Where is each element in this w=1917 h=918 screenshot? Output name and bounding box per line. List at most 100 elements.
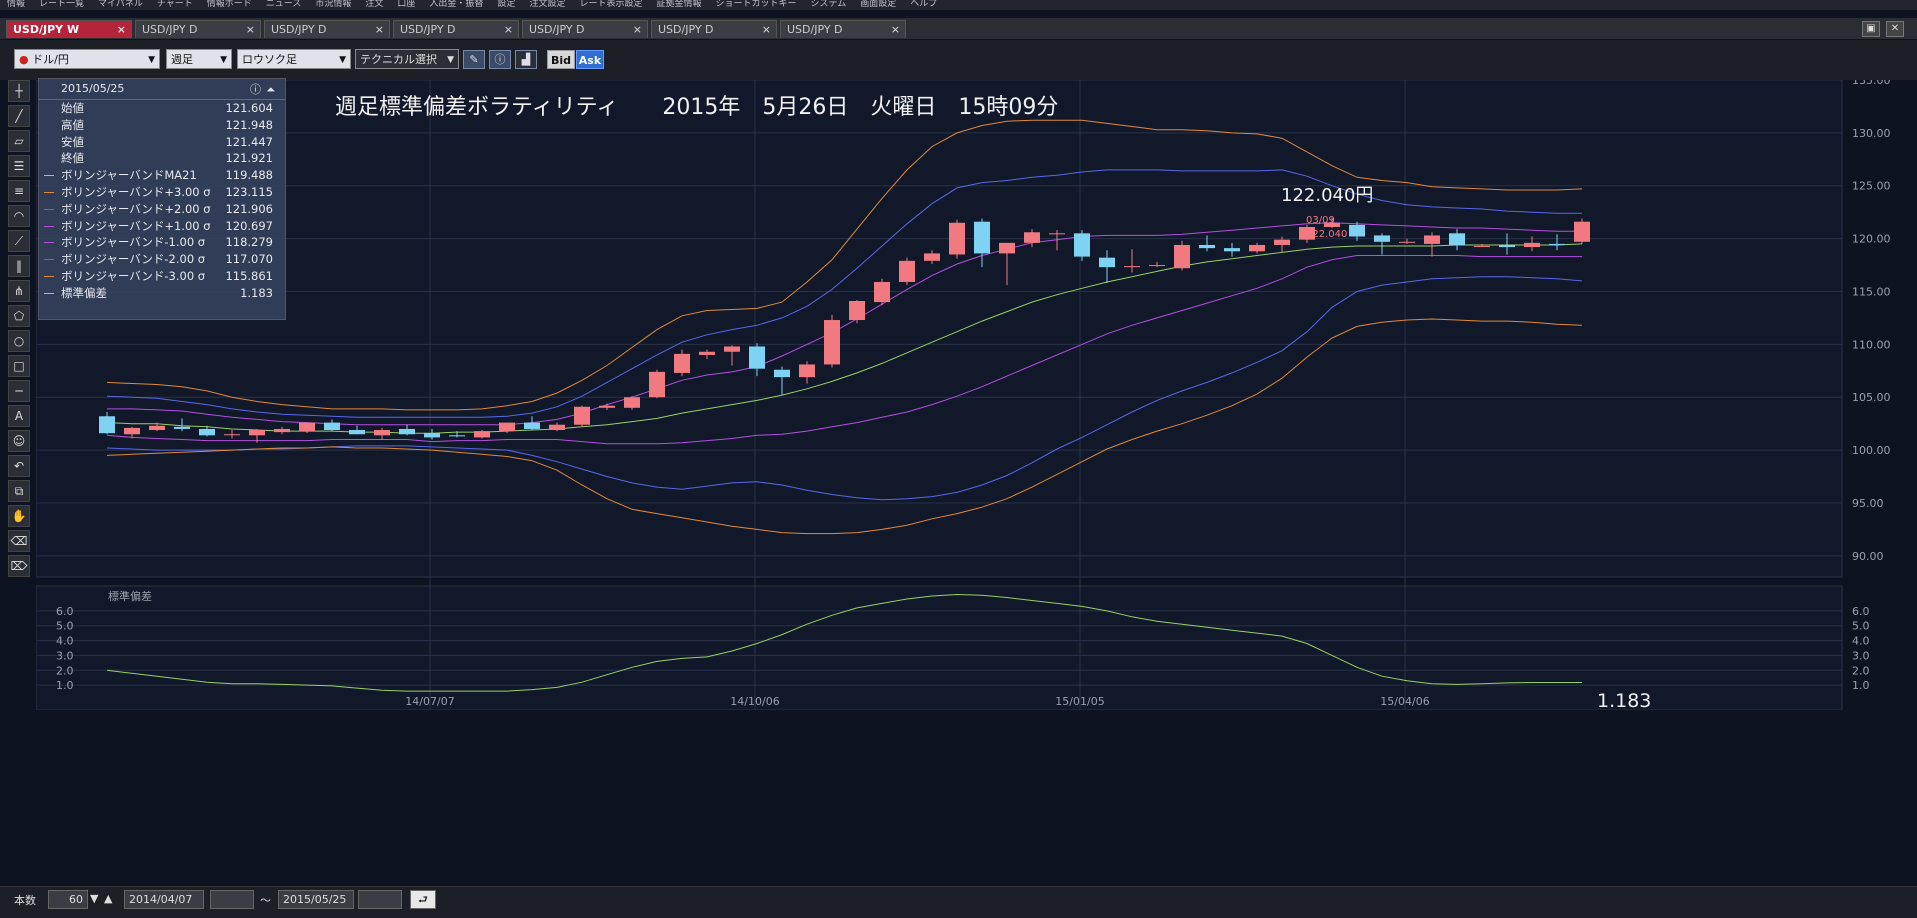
eraser-icon[interactable]: ⌫	[8, 530, 30, 552]
data-window-value: 121.948	[225, 117, 273, 132]
start-date-input[interactable]: 2014/04/07	[124, 890, 204, 909]
chart-type-select[interactable]: ロウソク足 ▼	[237, 49, 351, 69]
menu-item[interactable]: レート一覧	[39, 0, 84, 9]
smiley-icon[interactable]: ☺	[8, 430, 30, 452]
menu-item[interactable]: 入出金・振替	[429, 0, 483, 9]
series-color-swatch	[44, 191, 54, 193]
data-window-value: 119.488	[225, 168, 273, 183]
menu-item[interactable]: 情報ボード	[207, 0, 252, 9]
chevron-down-icon: ▼	[148, 55, 155, 65]
range-tilde: ～	[260, 894, 271, 907]
chart-style-icon[interactable]: ▟	[515, 50, 537, 69]
info-icon[interactable]: ⓘ	[489, 50, 511, 69]
menu-item[interactable]: 市況情報	[315, 0, 351, 9]
menu-item[interactable]: 注文	[365, 0, 383, 9]
trendline-icon[interactable]: ╱	[8, 105, 30, 127]
candle-body	[1424, 235, 1440, 244]
data-window-value: 123.115	[225, 184, 273, 199]
tab-close-icon[interactable]: ×	[762, 21, 771, 39]
text-icon[interactable]: A	[8, 405, 30, 427]
copy-icon[interactable]: ⧉	[8, 480, 30, 502]
data-window-row: 終値 121.921	[39, 150, 285, 167]
chart-tab[interactable]: USD/JPY D ×	[135, 20, 261, 38]
candle-body	[349, 430, 365, 435]
candle-body	[374, 430, 390, 436]
horizontal-lines-icon[interactable]: ☰	[8, 155, 30, 177]
eraser-all-icon[interactable]: ⌦	[8, 555, 30, 577]
data-window-collapse-icon[interactable]: ⏶	[266, 80, 275, 100]
apply-range-icon[interactable]: ⮐	[410, 890, 436, 909]
period-select[interactable]: 週足 ▼	[166, 49, 232, 69]
data-window-info-icon[interactable]: ⓘ	[250, 80, 261, 100]
candle-body	[724, 346, 740, 352]
pen-icon[interactable]: ✎	[463, 50, 485, 69]
ruler-icon[interactable]: ▱	[8, 130, 30, 152]
currency-pair-select[interactable]: ● ドル/円 ▼	[14, 49, 160, 69]
x-tick-label: 14/07/07	[405, 695, 454, 708]
bid-button[interactable]: Bid	[547, 50, 575, 69]
tab-close-icon[interactable]: ×	[246, 21, 255, 39]
end-time-input[interactable]	[358, 890, 402, 909]
menu-item[interactable]: ニュース	[266, 0, 302, 9]
pitchfork-icon[interactable]: ⋔	[8, 280, 30, 302]
end-date-input[interactable]: 2015/05/25	[278, 890, 354, 909]
menu-item[interactable]: 口座	[397, 0, 415, 9]
tab-close-icon[interactable]: ×	[633, 21, 642, 39]
menu-item[interactable]: 注文設定	[529, 0, 565, 9]
fibonacci-icon[interactable]: ≡	[8, 180, 30, 202]
chart-tab[interactable]: USD/JPY W ×	[6, 20, 132, 38]
menu-item[interactable]: 証拠金情報	[656, 0, 701, 9]
chevron-down-icon: ▼	[339, 55, 346, 65]
data-window-row: ボリンジャーバンドMA21 119.488	[39, 167, 285, 184]
tab-close-icon[interactable]: ×	[117, 21, 126, 39]
horizontal-line-icon[interactable]: ─	[8, 380, 30, 402]
candle-body	[1374, 235, 1390, 242]
data-window: 2015/05/25 ⓘ ⏶ 始値 121.604 高値 121.948 安値 121.4…	[38, 78, 286, 320]
pentagon-icon[interactable]: ⬠	[8, 305, 30, 327]
candle-body	[1574, 221, 1590, 242]
undo-icon[interactable]: ↶	[8, 455, 30, 477]
menu-item[interactable]: ヘルプ	[910, 0, 937, 9]
tab-close-icon[interactable]: ×	[375, 21, 384, 39]
vertical-lines-icon[interactable]: ‖	[8, 255, 30, 277]
count-up-icon[interactable]: ▲	[104, 892, 112, 905]
price-chart[interactable]: 135.00 130.00 125.00 120.00 115.00 110.00 105.…	[36, 80, 1917, 710]
menu-item[interactable]: マイパネル	[98, 0, 143, 9]
chart-title: 週足標準偏差ボラティリティ 2015年 5月26日 火曜日 15時09分	[335, 95, 1058, 120]
count-input[interactable]: 60	[48, 890, 88, 909]
start-time-input[interactable]	[210, 890, 254, 909]
candle-body	[1349, 224, 1365, 237]
series-color-swatch	[44, 292, 54, 294]
hand-icon[interactable]: ✋	[8, 505, 30, 527]
sub-y-tick-label-left: 6.0	[56, 605, 74, 618]
candle-body	[1099, 257, 1115, 268]
circle-icon[interactable]: ○	[8, 330, 30, 352]
close-window-icon[interactable]: ✕	[1886, 21, 1904, 37]
chart-tab[interactable]: USD/JPY D ×	[522, 20, 648, 38]
data-window-value: 121.921	[225, 151, 273, 166]
chart-tab[interactable]: USD/JPY D ×	[651, 20, 777, 38]
menu-item[interactable]: レート表示設定	[579, 0, 642, 9]
ask-button[interactable]: Ask	[576, 50, 604, 69]
menu-item[interactable]: 設定	[497, 0, 515, 9]
count-down-icon[interactable]: ▼	[90, 892, 98, 905]
restore-window-icon[interactable]: ▣	[1862, 21, 1880, 37]
candle-body	[649, 371, 665, 398]
menu-item[interactable]: 画面設定	[860, 0, 896, 9]
tab-close-icon[interactable]: ×	[891, 21, 900, 39]
fan-icon[interactable]: ⟋	[8, 230, 30, 252]
tab-close-icon[interactable]: ×	[504, 21, 513, 39]
chart-tab[interactable]: USD/JPY D ×	[393, 20, 519, 38]
rectangle-icon[interactable]: □	[8, 355, 30, 377]
y-tick-label: 110.00	[1852, 338, 1891, 351]
menu-item[interactable]: チャート	[157, 0, 193, 9]
chart-tab[interactable]: USD/JPY D ×	[780, 20, 906, 38]
arc-icon[interactable]: ◠	[8, 205, 30, 227]
marker-price: 122.040	[1306, 229, 1347, 240]
menu-item[interactable]: 情報	[7, 0, 25, 9]
technical-select[interactable]: テクニカル選択 ▼	[355, 49, 459, 69]
crosshair-icon[interactable]: ┼	[8, 80, 30, 102]
menu-item[interactable]: システム	[811, 0, 847, 9]
menu-item[interactable]: ショートカットキー	[715, 0, 796, 9]
chart-tab[interactable]: USD/JPY D ×	[264, 20, 390, 38]
